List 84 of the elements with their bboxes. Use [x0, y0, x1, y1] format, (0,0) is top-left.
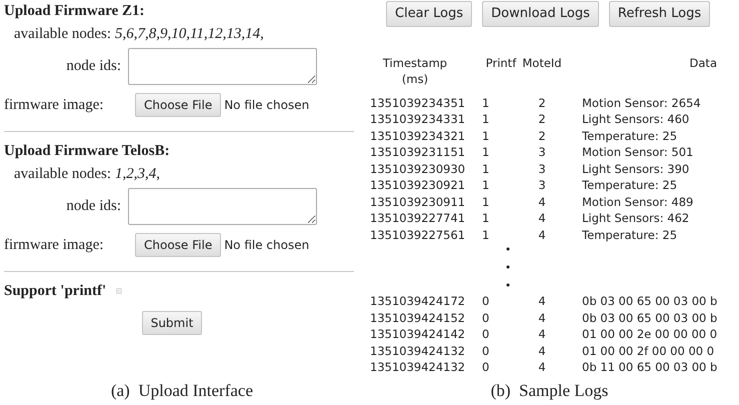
timestamp-cell-text: 1351039424152 [370, 310, 466, 326]
log-action-button[interactable]: Download Logs [482, 1, 599, 26]
node-ids-field[interactable] [128, 48, 317, 85]
firmware-image-label: firmware image: [4, 96, 105, 115]
column-header: MoteId [521, 54, 563, 72]
data-cell-text: Temperature: 25 [581, 226, 678, 243]
data-cell-text: Light Sensors: 462 [581, 210, 690, 226]
available-nodes-list: 1,2,3,4, [115, 162, 160, 186]
printf-cell-text: 1 [482, 210, 490, 226]
printf-cell-text: 0 [482, 293, 490, 310]
mote-id-cell-text: 3 [537, 160, 547, 177]
available-nodes-label: available nodes: [14, 25, 112, 44]
data-cell-text: Light Sensors: 460 [581, 111, 690, 128]
printf-cell-text: 0 [482, 310, 490, 326]
data-cell-text: Light Sensors: 390 [581, 160, 690, 177]
mote-id-cell-text: 2 [537, 94, 547, 111]
mote-id-cell-text: 4 [537, 194, 547, 210]
mote-id-cell-text: 4 [537, 359, 547, 376]
timestamp-cell-text: 1351039424132 [370, 342, 466, 359]
data-cell-text: Motion Sensor: 2654 [581, 94, 702, 111]
timestamp-cell-text: 1351039234351 [370, 94, 466, 111]
printf-cell-text: 0 [482, 359, 490, 376]
mote-id-cell-text: 3 [537, 177, 547, 194]
figure-caption: (b) Sample Logs [490, 380, 610, 402]
node-ids-label: node ids: [65, 57, 122, 76]
timestamp-cell-text: 1351039424132 [370, 359, 466, 376]
printf-cell-text: 1 [482, 226, 490, 243]
timestamp-cell-text: 1351039424142 [370, 326, 466, 342]
mote-id-cell-text: 4 [537, 342, 547, 359]
data-cell-text: 01 00 00 2e 00 00 00 0 [581, 326, 718, 342]
file-status-text: No file chosen [224, 237, 310, 254]
data-cell-text: 0b 11 00 65 00 03 00 b [581, 359, 718, 376]
data-cell-text: Motion Sensor: 501 [581, 144, 694, 160]
printf-cell-text: 1 [482, 128, 490, 144]
mote-id-cell-text: 4 [537, 310, 547, 326]
figure-caption: (a) Upload Interface [110, 380, 254, 402]
node-ids-field[interactable] [128, 188, 317, 225]
timestamp-cell-text: 1351039230930 [370, 160, 466, 177]
printf-cell-text: 0 [482, 342, 490, 359]
file-status-text: No file chosen [224, 97, 310, 114]
printf-cell-text: 1 [482, 111, 490, 128]
mote-id-cell-text: 4 [537, 226, 547, 243]
submit-button[interactable]: Submit [142, 310, 202, 334]
data-cell-text: Temperature: 25 [581, 128, 678, 144]
printf-cell-text: 0 [482, 326, 490, 342]
printf-cell-text: 1 [482, 94, 490, 111]
data-cell-text: 0b 03 00 65 00 03 00 b [581, 293, 718, 310]
data-cell-text: Motion Sensor: 489 [581, 194, 694, 210]
timestamp-cell-text: 1351039424172 [370, 293, 466, 310]
mote-id-cell-text: 3 [537, 144, 547, 160]
timestamp-cell-text: 1351039234331 [370, 111, 466, 128]
firmware-image-label: firmware image: [4, 236, 105, 255]
support-printf-label: Support 'printf' [4, 282, 106, 301]
data-cell-text: 0b 03 00 65 00 03 00 b [581, 310, 718, 326]
data-cell-text: Temperature: 25 [581, 177, 678, 194]
available-nodes-label: available nodes: [14, 165, 112, 184]
mote-id-cell-text: 4 [537, 210, 547, 226]
column-header: Data [688, 54, 718, 72]
choose-file-button[interactable]: Choose File [135, 233, 222, 257]
timestamp-cell-text: 1351039231151 [370, 144, 466, 160]
printf-checkbox[interactable] [116, 288, 122, 294]
section-title: Upload Firmware TelosB: [4, 142, 171, 161]
timestamp-cell-text: 1351039234321 [370, 128, 466, 144]
data-cell-text: 01 00 00 2f 00 00 00 0 [581, 342, 716, 359]
column-header: Timestamp (ms) [382, 54, 448, 86]
node-ids-label: node ids: [65, 197, 122, 216]
mote-id-cell-text: 2 [537, 111, 547, 128]
mote-id-cell-text: 2 [537, 128, 547, 144]
mote-id-cell-text: 4 [537, 293, 547, 310]
section-title: Upload Firmware Z1: [4, 2, 146, 21]
printf-cell-text: 1 [482, 194, 490, 210]
choose-file-button[interactable]: Choose File [135, 93, 222, 117]
printf-cell-text: 1 [482, 160, 490, 177]
timestamp-cell-text: 1351039230921 [370, 177, 466, 194]
log-action-button[interactable]: Clear Logs [386, 1, 472, 26]
printf-cell-text: 1 [482, 144, 490, 160]
timestamp-cell-text: 1351039227561 [370, 226, 466, 243]
available-nodes-list: 5,6,7,8,9,10,11,12,13,14, [115, 22, 264, 46]
mote-id-cell-text: 4 [537, 326, 547, 342]
column-header: Printf [484, 54, 518, 72]
printf-cell-text: 1 [482, 177, 490, 194]
timestamp-cell-text: 1351039230911 [370, 194, 466, 210]
log-action-button[interactable]: Refresh Logs [608, 1, 710, 26]
timestamp-cell-text: 1351039227741 [370, 210, 466, 226]
